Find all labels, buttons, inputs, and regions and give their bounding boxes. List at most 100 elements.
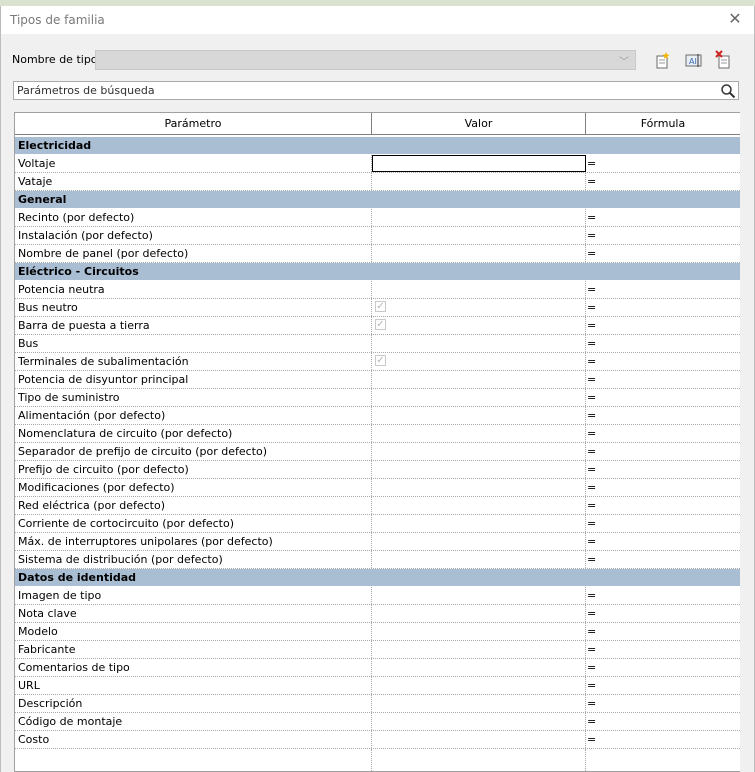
formula-cell[interactable]: = bbox=[586, 695, 740, 712]
formula-cell[interactable]: = bbox=[586, 371, 740, 388]
value-cell[interactable] bbox=[372, 641, 586, 658]
table-row[interactable]: Instalación (por defecto) = bbox=[15, 227, 740, 245]
group-header[interactable]: Datos de identidad bbox=[15, 569, 740, 587]
table-row[interactable]: Potencia de disyuntor principal = bbox=[15, 371, 740, 389]
formula-cell[interactable]: = bbox=[586, 623, 740, 640]
value-cell[interactable] bbox=[372, 281, 586, 298]
table-row[interactable]: Costo = bbox=[15, 731, 740, 749]
formula-cell[interactable]: = bbox=[586, 515, 740, 532]
formula-cell[interactable]: = bbox=[586, 317, 740, 334]
formula-cell[interactable]: = bbox=[586, 641, 740, 658]
value-cell[interactable] bbox=[372, 605, 586, 622]
value-cell[interactable]: ✓ bbox=[372, 353, 586, 370]
checkbox[interactable]: ✓ bbox=[375, 355, 386, 366]
parameter-search-field[interactable]: Parámetros de búsqueda bbox=[13, 81, 739, 100]
table-row[interactable]: Voltaje = bbox=[15, 155, 740, 173]
value-cell[interactable]: ✓ bbox=[372, 299, 586, 316]
formula-cell[interactable]: = bbox=[586, 479, 740, 496]
delete-type-button[interactable] bbox=[713, 50, 735, 70]
formula-cell[interactable]: = bbox=[586, 731, 740, 748]
value-cell[interactable] bbox=[372, 677, 586, 694]
column-header-parameter[interactable]: Parámetro bbox=[15, 113, 372, 134]
formula-cell[interactable]: = bbox=[586, 389, 740, 406]
table-row[interactable]: Descripción = bbox=[15, 695, 740, 713]
formula-cell[interactable]: = bbox=[586, 551, 740, 568]
table-row[interactable]: Bus = bbox=[15, 335, 740, 353]
value-cell[interactable] bbox=[372, 659, 586, 676]
value-cell[interactable] bbox=[372, 245, 586, 262]
search-icon[interactable] bbox=[720, 83, 736, 99]
formula-cell[interactable]: = bbox=[586, 245, 740, 262]
formula-cell[interactable]: = bbox=[586, 713, 740, 730]
value-cell[interactable] bbox=[372, 209, 586, 226]
table-row[interactable]: Imagen de tipo = bbox=[15, 587, 740, 605]
formula-cell[interactable]: = bbox=[586, 605, 740, 622]
value-cell[interactable] bbox=[372, 173, 586, 190]
formula-cell[interactable]: = bbox=[586, 407, 740, 424]
table-row[interactable]: Nomenclatura de circuito (por defecto) = bbox=[15, 425, 740, 443]
formula-cell[interactable]: = bbox=[586, 533, 740, 550]
type-name-dropdown[interactable]: ﹀ bbox=[95, 50, 636, 70]
formula-cell[interactable]: = bbox=[586, 353, 740, 370]
value-cell[interactable]: ✓ bbox=[372, 317, 586, 334]
table-row[interactable]: Terminales de subalimentación ✓ = bbox=[15, 353, 740, 371]
formula-cell[interactable]: = bbox=[586, 659, 740, 676]
rename-type-button[interactable]: AI bbox=[683, 50, 705, 70]
table-row[interactable]: Corriente de cortocircuito (por defecto)… bbox=[15, 515, 740, 533]
value-cell[interactable] bbox=[372, 623, 586, 640]
value-cell[interactable] bbox=[372, 425, 586, 442]
value-cell[interactable] bbox=[372, 695, 586, 712]
value-cell[interactable] bbox=[372, 551, 586, 568]
value-cell[interactable] bbox=[372, 587, 586, 604]
formula-cell[interactable]: = bbox=[586, 227, 740, 244]
table-row[interactable]: Alimentación (por defecto) = bbox=[15, 407, 740, 425]
table-row[interactable]: Tipo de suministro = bbox=[15, 389, 740, 407]
formula-cell[interactable]: = bbox=[586, 281, 740, 298]
value-cell[interactable] bbox=[372, 731, 586, 748]
column-header-value[interactable]: Valor bbox=[372, 113, 586, 134]
table-row[interactable]: Red eléctrica (por defecto) = bbox=[15, 497, 740, 515]
value-cell[interactable] bbox=[372, 461, 586, 478]
table-row[interactable]: Vataje = bbox=[15, 173, 740, 191]
table-row[interactable]: Código de montaje = bbox=[15, 713, 740, 731]
table-row[interactable]: Modelo = bbox=[15, 623, 740, 641]
value-cell[interactable] bbox=[372, 371, 586, 388]
group-header[interactable]: Electricidad bbox=[15, 137, 740, 155]
table-row[interactable]: Nota clave = bbox=[15, 605, 740, 623]
table-row[interactable]: Máx. de interruptores unipolares (por de… bbox=[15, 533, 740, 551]
formula-cell[interactable]: = bbox=[586, 335, 740, 352]
value-cell[interactable] bbox=[372, 155, 586, 172]
value-cell[interactable] bbox=[372, 515, 586, 532]
formula-cell[interactable]: = bbox=[586, 209, 740, 226]
table-row[interactable]: Nombre de panel (por defecto) = bbox=[15, 245, 740, 263]
group-header[interactable]: General bbox=[15, 191, 740, 209]
table-row[interactable]: Potencia neutra = bbox=[15, 281, 740, 299]
formula-cell[interactable]: = bbox=[586, 155, 740, 172]
table-row[interactable]: Fabricante = bbox=[15, 641, 740, 659]
close-icon[interactable]: ✕ bbox=[726, 10, 744, 28]
formula-cell[interactable]: = bbox=[586, 677, 740, 694]
value-cell[interactable] bbox=[372, 443, 586, 460]
group-header[interactable]: Eléctrico - Circuitos bbox=[15, 263, 740, 281]
formula-cell[interactable]: = bbox=[586, 587, 740, 604]
formula-cell[interactable]: = bbox=[586, 173, 740, 190]
value-cell[interactable] bbox=[372, 227, 586, 244]
checkbox[interactable]: ✓ bbox=[375, 301, 386, 312]
table-row[interactable]: Bus neutro ✓ = bbox=[15, 299, 740, 317]
value-cell[interactable] bbox=[372, 389, 586, 406]
formula-cell[interactable]: = bbox=[586, 425, 740, 442]
formula-cell[interactable]: = bbox=[586, 497, 740, 514]
table-row[interactable]: Sistema de distribución (por defecto) = bbox=[15, 551, 740, 569]
table-row[interactable]: Barra de puesta a tierra ✓ = bbox=[15, 317, 740, 335]
value-cell[interactable] bbox=[372, 335, 586, 352]
value-cell[interactable] bbox=[372, 713, 586, 730]
column-header-formula[interactable]: Fórmula bbox=[586, 113, 740, 134]
table-row[interactable]: Recinto (por defecto) = bbox=[15, 209, 740, 227]
table-row[interactable]: Separador de prefijo de circuito (por de… bbox=[15, 443, 740, 461]
table-row[interactable]: Comentarios de tipo = bbox=[15, 659, 740, 677]
value-cell[interactable] bbox=[372, 407, 586, 424]
new-type-button[interactable] bbox=[652, 50, 674, 70]
table-row[interactable]: Prefijo de circuito (por defecto) = bbox=[15, 461, 740, 479]
checkbox[interactable]: ✓ bbox=[375, 319, 386, 330]
formula-cell[interactable]: = bbox=[586, 299, 740, 316]
